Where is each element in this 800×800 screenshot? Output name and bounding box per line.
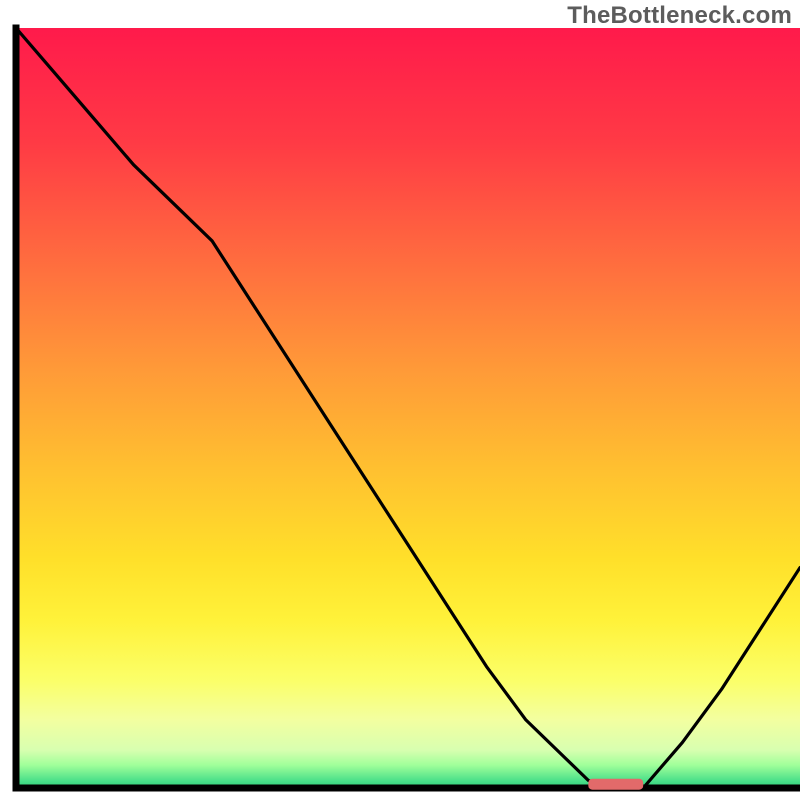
watermark-label: TheBottleneck.com xyxy=(567,2,792,30)
chart-svg xyxy=(0,0,800,800)
bottleneck-chart: TheBottleneck.com xyxy=(0,0,800,800)
plot-background xyxy=(16,28,800,788)
minimum-marker xyxy=(588,779,643,790)
